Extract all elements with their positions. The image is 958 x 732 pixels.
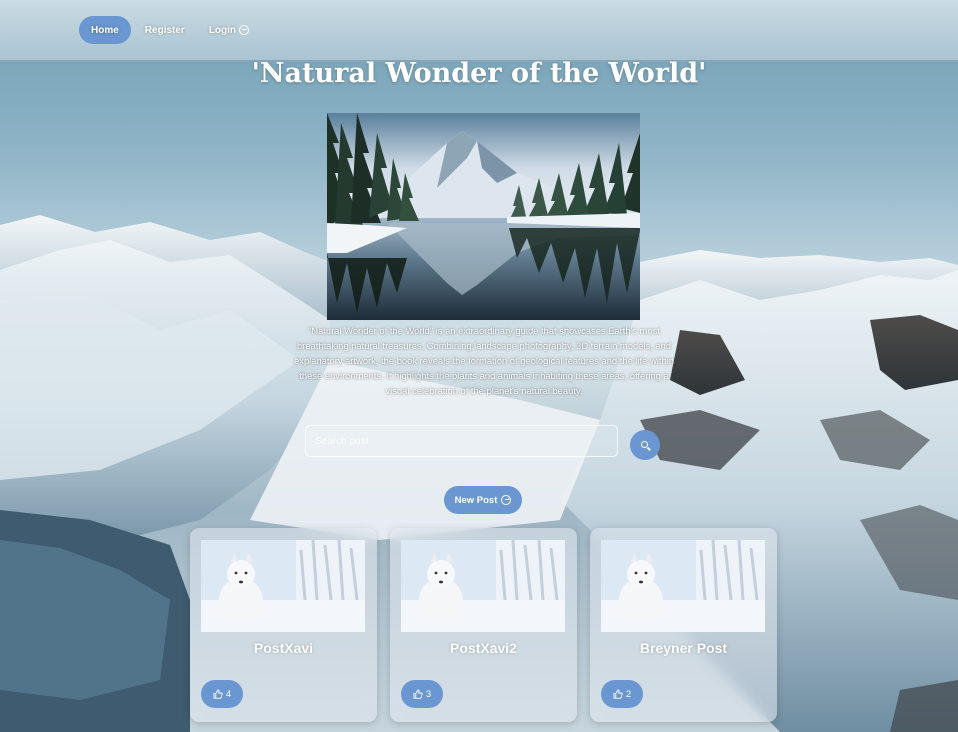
like-button[interactable]: 3 [401, 680, 443, 708]
post-title: Breyner Post [639, 640, 728, 656]
nav-login-button[interactable]: Login [197, 16, 261, 44]
new-post-label: New Post [454, 494, 498, 506]
nav-links: Home Register Login [79, 16, 261, 44]
like-count: 2 [625, 688, 632, 700]
nav-home-button[interactable]: Home [79, 16, 131, 44]
post-thumbnail [201, 540, 365, 632]
thumbs-up-icon [613, 689, 623, 699]
post-card[interactable]: Breyner Post 2 [590, 528, 777, 722]
nav-register-label: Register [144, 24, 185, 36]
thumbs-up-icon [213, 689, 223, 699]
post-title: PostXavi [253, 640, 314, 656]
nav-login-label: Login [208, 24, 237, 36]
navbar: Home Register Login [0, 0, 958, 62]
nav-home-label: Home [91, 24, 119, 36]
login-arrow-icon [239, 25, 250, 35]
nav-register-button[interactable]: Register [133, 16, 197, 44]
thumbs-up-icon [413, 689, 423, 699]
search-icon [640, 440, 648, 448]
post-card[interactable]: PostXavi 4 [190, 528, 377, 722]
description-text: "Natural Wonder of the World" is an extr… [294, 325, 674, 396]
post-thumbnail [401, 540, 565, 632]
post-card[interactable]: PostXavi2 3 [390, 528, 577, 722]
post-title: PostXavi2 [450, 640, 517, 656]
like-button[interactable]: 2 [601, 680, 643, 708]
search-input[interactable] [305, 425, 618, 457]
hero-image [327, 113, 640, 320]
search-button[interactable] [630, 430, 660, 460]
new-post-button[interactable]: New Post [444, 486, 522, 514]
like-count: 3 [425, 688, 432, 700]
post-thumbnail [601, 540, 765, 632]
like-count: 4 [225, 688, 232, 700]
page-title: 'Natural Wonder of the World' [251, 58, 707, 89]
like-button[interactable]: 4 [201, 680, 243, 708]
arrow-circle-icon [501, 495, 512, 505]
